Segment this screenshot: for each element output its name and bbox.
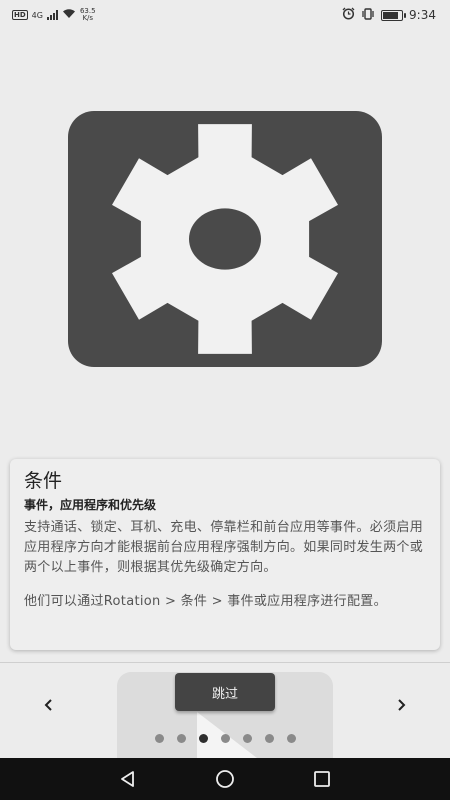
chevron-left-icon xyxy=(44,699,52,711)
wifi-icon xyxy=(62,8,76,22)
skip-button[interactable]: 跳过 xyxy=(175,673,275,711)
home-button[interactable] xyxy=(210,764,240,794)
back-button[interactable] xyxy=(113,764,143,794)
card-description: 支持通话、锁定、耳机、充电、停靠栏和前台应用等事件。必须启用应用程序方向才能根据… xyxy=(24,520,424,575)
alarm-icon xyxy=(342,7,355,23)
page-dot[interactable] xyxy=(286,733,296,743)
prev-button[interactable] xyxy=(34,690,64,720)
back-icon xyxy=(121,771,135,787)
page-dot-active[interactable] xyxy=(198,733,208,743)
page-dot[interactable] xyxy=(242,733,252,743)
settings-hero-icon xyxy=(68,111,382,367)
network-speed: 63.5 K/s xyxy=(80,8,96,22)
hd-badge-icon: HD xyxy=(12,10,28,20)
status-bar: HD 4G 63.5 K/s 9:34 xyxy=(0,0,450,30)
chevron-right-icon xyxy=(398,699,406,711)
card-title: 条件 xyxy=(24,470,63,492)
page-dot[interactable] xyxy=(176,733,186,743)
gear-icon xyxy=(112,124,338,354)
vibrate-icon xyxy=(361,7,375,23)
network-type: 4G xyxy=(31,10,43,20)
signal-icon xyxy=(46,10,58,20)
home-icon xyxy=(216,770,234,788)
page-dot[interactable] xyxy=(220,733,230,743)
page-dot[interactable] xyxy=(264,733,274,743)
page-dot[interactable] xyxy=(154,733,164,743)
page-indicator xyxy=(140,732,310,744)
battery-icon xyxy=(381,9,407,21)
speed-unit: K/s xyxy=(82,14,94,22)
card-note: 他们可以通过Rotation > 条件 > 事件或应用程序进行配置。 xyxy=(24,594,387,609)
info-card: 条件 事件，应用程序和优先级 支持通话、锁定、耳机、充电、停靠栏和前台应用等事件… xyxy=(10,459,440,650)
recents-icon xyxy=(313,771,330,787)
status-right: 9:34 xyxy=(342,7,436,23)
system-navigation-bar xyxy=(0,758,450,800)
divider xyxy=(0,662,450,663)
battery-fill xyxy=(383,11,399,19)
status-left: HD 4G 63.5 K/s xyxy=(12,8,96,22)
card-subtitle: 事件，应用程序和优先级 xyxy=(24,498,157,512)
clock: 9:34 xyxy=(409,8,436,22)
recents-button[interactable] xyxy=(307,764,337,794)
next-button[interactable] xyxy=(386,690,416,720)
